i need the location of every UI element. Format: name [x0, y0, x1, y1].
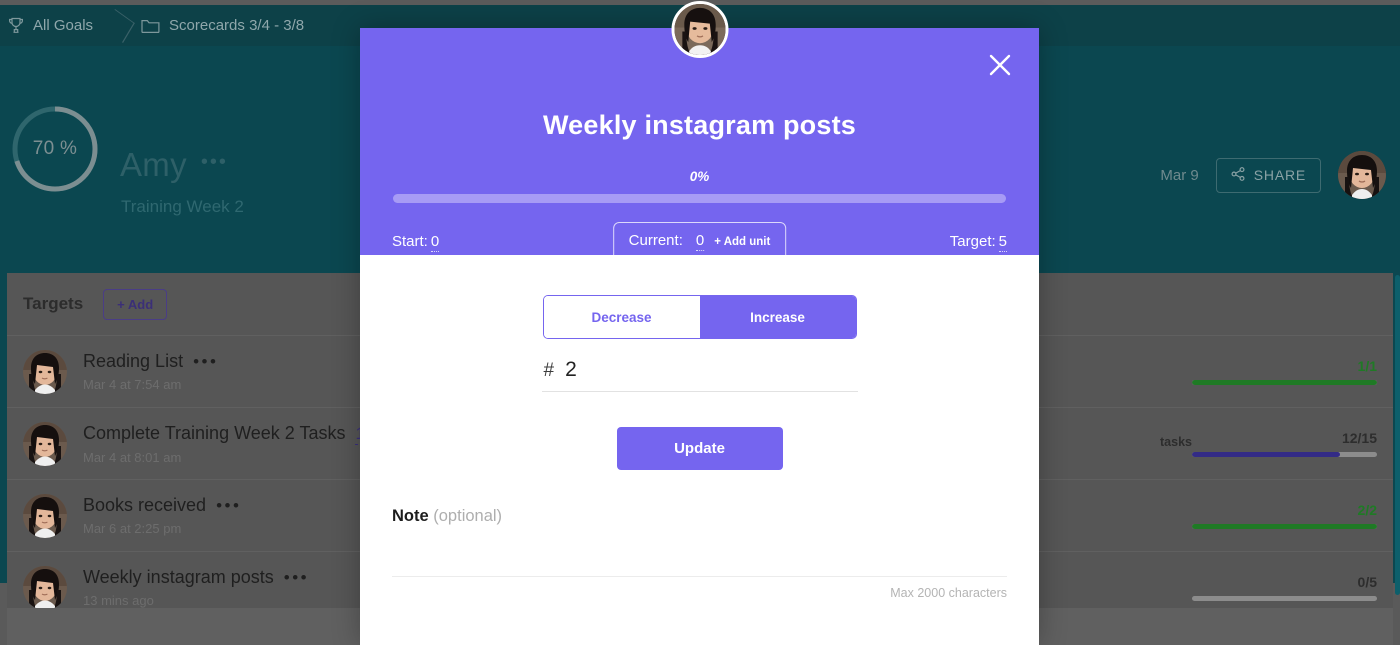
target-stat[interactable]: Target: 5 — [949, 232, 1007, 252]
row-progress-bar — [1192, 452, 1377, 457]
avatar — [23, 349, 67, 394]
row-progress: 1/1 — [1192, 358, 1377, 385]
row-more-menu-icon[interactable]: ••• — [284, 569, 309, 586]
modal-progress-bar — [393, 194, 1006, 203]
modal-header: Weekly instagram posts 0% Start: 0 Curren… — [360, 1, 1039, 261]
update-button[interactable]: Update — [616, 427, 783, 470]
app-root: All Goals Scorecards 3/4 - 3/8 70 % Amy … — [0, 0, 1400, 645]
share-icon — [1231, 166, 1245, 184]
amount-input[interactable]: # 2 — [541, 355, 858, 392]
decrease-button[interactable]: Decrease — [543, 296, 700, 338]
row-more-menu-icon[interactable]: ••• — [216, 497, 241, 514]
add-unit-button[interactable]: + Add unit — [714, 236, 770, 248]
note-label-text: Note — [392, 507, 429, 525]
progress-ring-label: 70 % — [32, 138, 78, 159]
row-progress: 12/15 — [1192, 430, 1377, 457]
modal-avatar — [671, 1, 728, 58]
row-progress: 0/5 — [1192, 574, 1377, 601]
breadcrumb-item-all-goals[interactable]: All Goals — [0, 5, 107, 46]
breadcrumb-item-scorecards[interactable]: Scorecards 3/4 - 3/8 — [133, 5, 318, 46]
note-optional-text: (optional) — [433, 507, 503, 525]
modal-percent-label: 0% — [689, 169, 710, 184]
avatar — [23, 565, 67, 610]
increase-button[interactable]: Increase — [699, 296, 856, 338]
amount-value[interactable]: 2 — [565, 358, 577, 382]
row-more-menu-icon[interactable]: ••• — [193, 353, 218, 370]
row-count: 1/1 — [1357, 358, 1377, 374]
hero-date: Mar 9 — [1160, 166, 1199, 184]
card-left-gutter — [0, 273, 7, 583]
avatar — [23, 421, 67, 466]
page-scrollbar[interactable] — [1395, 275, 1400, 595]
row-count: 0/5 — [1357, 574, 1377, 590]
target-name: Weekly instagram posts — [83, 567, 274, 587]
breadcrumb-label: All Goals — [33, 17, 94, 34]
target-value[interactable]: 5 — [998, 232, 1007, 252]
share-label: SHARE — [1253, 167, 1306, 183]
row-progress-bar — [1192, 524, 1377, 529]
current-label: Current: — [628, 231, 683, 249]
close-icon[interactable] — [983, 48, 1017, 82]
row-progress-bar — [1192, 596, 1377, 601]
modal-stats: Start: 0 Current: 0 + Add unit Target: 5 — [360, 221, 1039, 261]
target-label: Target: — [949, 232, 996, 250]
hero-more-menu-icon[interactable]: ••• — [201, 152, 228, 178]
target-name: Complete Training Week 2 Tasks — [83, 422, 346, 443]
modal-body: Decrease Increase # 2 Update Note (optio… — [360, 255, 1039, 645]
start-label: Start: — [392, 232, 428, 250]
note-label: Note (optional) — [392, 507, 502, 526]
modal-title: Weekly instagram posts — [542, 110, 856, 140]
row-count: 2/2 — [1357, 502, 1377, 518]
goal-owner-name: Amy — [120, 146, 187, 183]
breadcrumb-separator-icon — [107, 5, 133, 46]
avatar — [23, 493, 67, 538]
row-count: 12/15 — [1341, 430, 1377, 446]
progress-ring: 70 % — [10, 104, 100, 194]
note-max-characters: Max 2000 characters — [890, 586, 1007, 600]
hash-icon: # — [543, 360, 555, 381]
start-value[interactable]: 0 — [430, 232, 440, 252]
target-name: Books received — [83, 495, 207, 515]
trophy-icon — [8, 17, 24, 34]
current-value[interactable]: 0 — [695, 232, 705, 251]
update-goal-modal: Weekly instagram posts 0% Start: 0 Curren… — [360, 1, 1039, 645]
hero-actions: Mar 9 SHARE — [1160, 151, 1386, 199]
row-progress: 2/2 — [1192, 502, 1377, 529]
goal-subtitle: Training Week 2 — [121, 197, 244, 216]
share-button[interactable]: SHARE — [1215, 157, 1321, 193]
avatar[interactable] — [1338, 151, 1386, 199]
target-name: Reading List — [83, 351, 184, 371]
add-target-button[interactable]: + Add — [103, 288, 168, 320]
row-unit: tasks — [1160, 435, 1192, 449]
targets-title: Targets — [23, 294, 84, 313]
folder-icon — [141, 18, 160, 34]
start-stat[interactable]: Start: 0 — [392, 232, 440, 252]
note-input[interactable] — [392, 576, 1007, 577]
breadcrumb-label: Scorecards 3/4 - 3/8 — [169, 17, 305, 34]
row-progress-bar — [1192, 380, 1377, 385]
page-title: Amy ••• — [120, 146, 228, 184]
direction-toggle: Decrease Increase — [542, 295, 857, 339]
